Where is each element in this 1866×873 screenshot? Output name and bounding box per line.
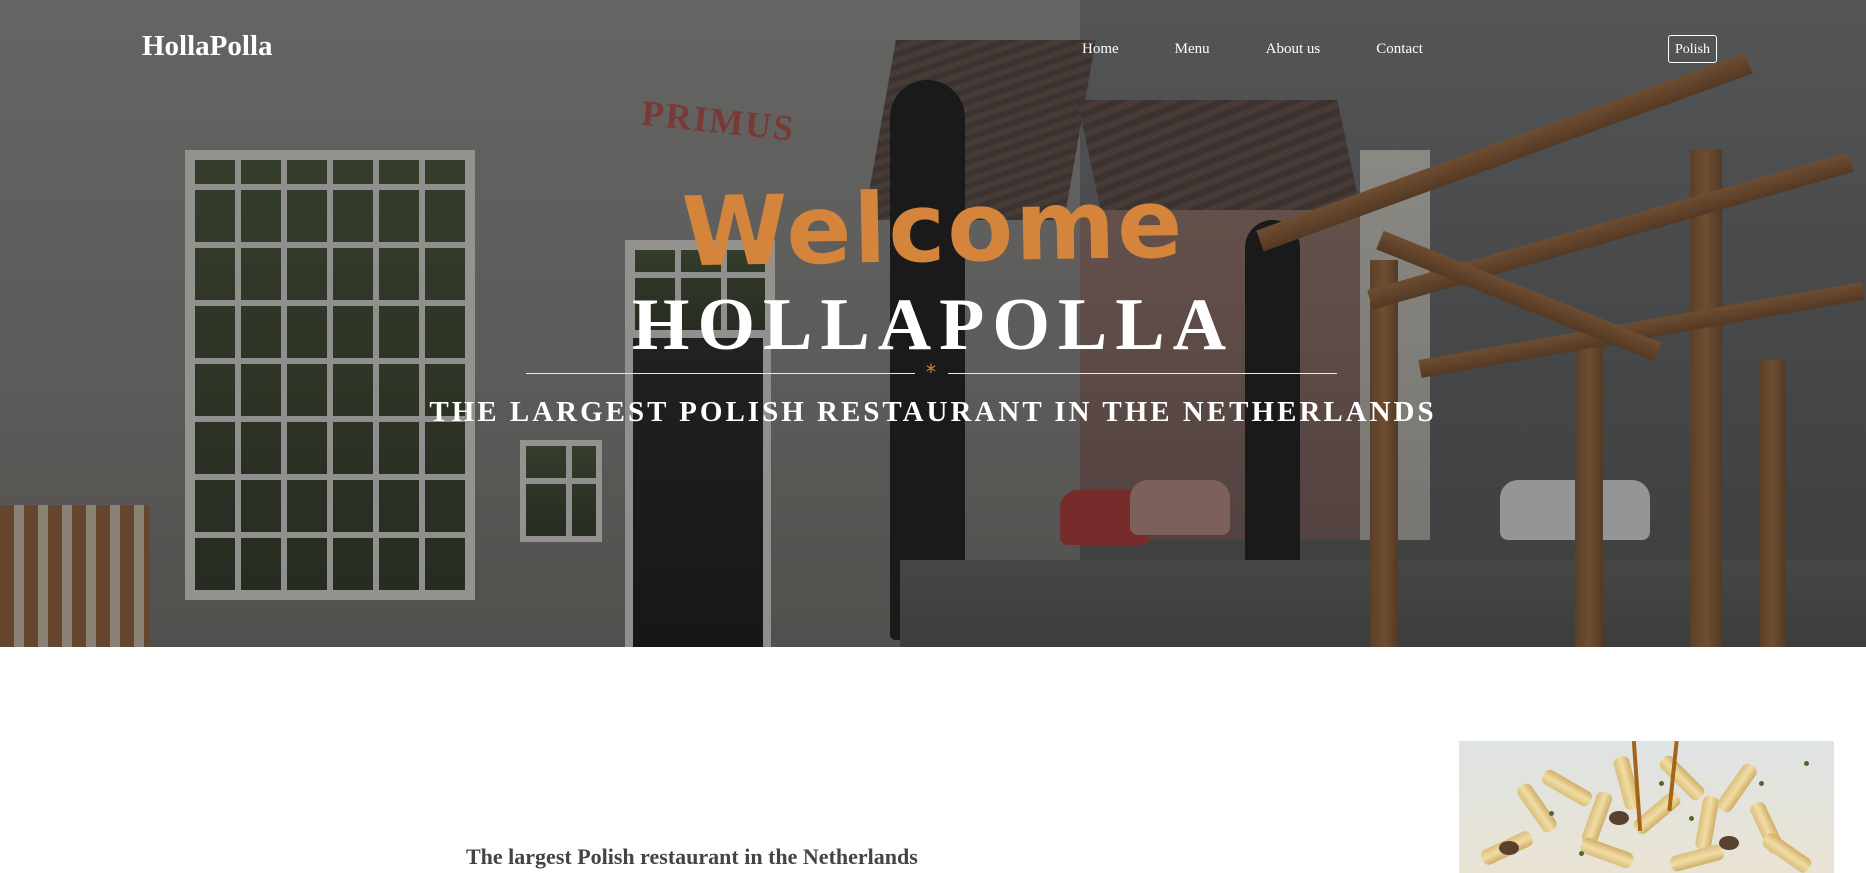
hero-title: HOLLAPOLLA bbox=[631, 284, 1235, 366]
divider-star: * bbox=[926, 360, 936, 384]
nav-link-contact[interactable]: Contact bbox=[1376, 41, 1423, 58]
nav-link-menu[interactable]: Menu bbox=[1175, 41, 1210, 58]
divider-line-right bbox=[948, 373, 1337, 374]
hero-tagline: THE LARGEST POLISH RESTAURANT IN THE NET… bbox=[429, 396, 1437, 428]
pasta-dish-image bbox=[1459, 741, 1834, 873]
site-logo[interactable]: HollaPolla bbox=[142, 30, 273, 63]
language-button[interactable]: Polish bbox=[1668, 35, 1718, 63]
main-nav: Home Menu About us Contact bbox=[1082, 41, 1479, 58]
divider-line-left bbox=[526, 373, 915, 374]
section-heading: The largest Polish restaurant in the Net… bbox=[466, 844, 918, 869]
hero-section: PRIMUS HollaPolla Home Menu About us Con… bbox=[0, 0, 1866, 647]
nav-link-home[interactable]: Home bbox=[1082, 41, 1119, 58]
nav-link-about-us[interactable]: About us bbox=[1266, 41, 1321, 58]
